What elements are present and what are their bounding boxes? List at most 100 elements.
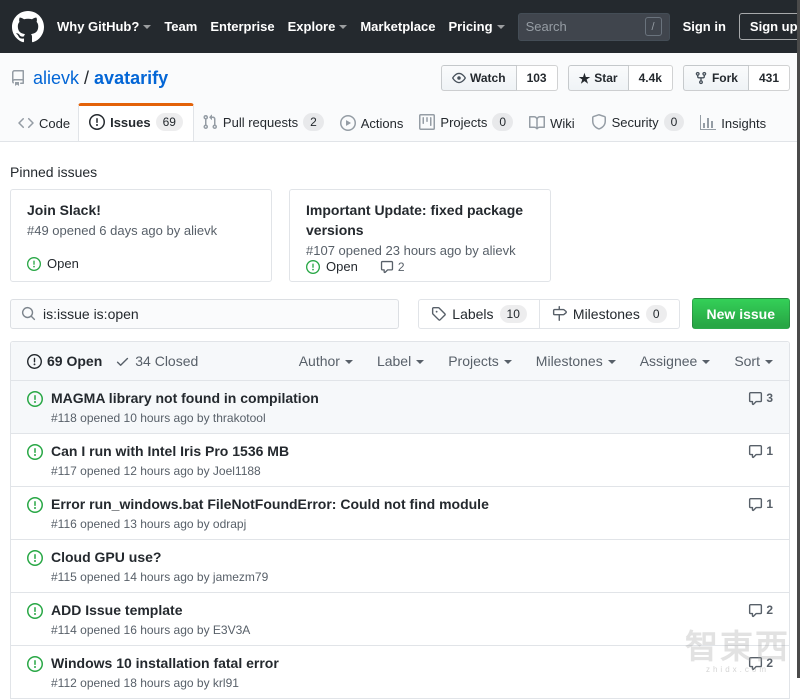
issue-row: Cloud GPU use? #115 opened 14 hours ago … [11, 539, 789, 592]
pinned-issue-title[interactable]: Important Update: fixed package versions [306, 200, 534, 240]
star-count[interactable]: 4.4k [629, 65, 673, 91]
issue-title[interactable]: Cloud GPU use? [51, 548, 161, 567]
projects-count-badge: 0 [492, 113, 513, 131]
issue-title[interactable]: Windows 10 installation fatal error [51, 654, 279, 673]
book-icon [529, 115, 545, 131]
tab-security[interactable]: Security 0 [583, 103, 693, 142]
github-logo[interactable] [12, 11, 44, 43]
star-icon: ★ [579, 72, 591, 85]
tab-issues[interactable]: Issues 69 [78, 103, 194, 142]
issue-title[interactable]: ADD Issue template [51, 601, 182, 620]
issue-title[interactable]: Can I run with Intel Iris Pro 1536 MB [51, 442, 289, 461]
tab-code[interactable]: Code [10, 105, 78, 142]
pinned-issue-title[interactable]: Join Slack! [27, 200, 255, 220]
check-icon [115, 354, 130, 369]
issue-comments[interactable]: 1 [729, 495, 773, 532]
fork-count[interactable]: 431 [749, 65, 790, 91]
issues-search-input[interactable] [43, 306, 388, 322]
assignee-filter-dropdown[interactable]: Assignee [640, 353, 711, 369]
issues-filter-bar: Labels 10 Milestones 0 New issue [10, 298, 790, 329]
comment-icon [380, 260, 394, 274]
open-issues-filter[interactable]: 69 Open [27, 353, 102, 369]
sign-in-link[interactable]: Sign in [683, 19, 726, 34]
issue-meta: #116 opened 13 hours ago by odrapj [51, 517, 729, 532]
milestones-filter-dropdown[interactable]: Milestones [536, 353, 616, 369]
issue-opened-icon [27, 257, 41, 271]
issue-comments[interactable]: 1 [729, 442, 773, 479]
caret-down-icon [765, 360, 773, 364]
issue-opened-icon [27, 654, 43, 691]
caret-down-icon [504, 360, 512, 364]
milestones-button[interactable]: Milestones 0 [540, 299, 680, 329]
caret-down-icon [416, 360, 424, 364]
closed-issues-filter[interactable]: 34 Closed [115, 353, 198, 369]
security-count-badge: 0 [664, 113, 685, 131]
issue-opened-icon [27, 442, 43, 479]
new-issue-button[interactable]: New issue [692, 298, 790, 329]
main-content: Pinned issues Join Slack! #49 opened 6 d… [0, 164, 800, 699]
projects-filter-dropdown[interactable]: Projects [448, 353, 512, 369]
labels-button[interactable]: Labels 10 [418, 299, 540, 329]
pinned-issue-meta: #107 opened 23 hours ago by alievk [306, 243, 534, 259]
tab-projects[interactable]: Projects 0 [411, 103, 521, 142]
chevron-down-icon [497, 25, 505, 29]
issue-title[interactable]: Error run_windows.bat FileNotFoundError:… [51, 495, 489, 514]
issues-count-badge: 69 [156, 113, 183, 131]
watch-count[interactable]: 103 [517, 65, 558, 91]
watch-button[interactable]: Watch [441, 65, 517, 91]
issue-comments[interactable]: 2 [729, 654, 773, 691]
tab-pull-requests[interactable]: Pull requests 2 [194, 103, 332, 142]
issue-meta: #115 opened 14 hours ago by jamezm79 [51, 570, 729, 585]
author-filter-dropdown[interactable]: Author [299, 353, 353, 369]
issue-comments[interactable]: 3 [729, 389, 773, 426]
star-button-group: ★ Star 4.4k [568, 65, 673, 91]
play-icon [340, 115, 356, 131]
nav-item-why-github[interactable]: Why GitHub? [57, 19, 151, 34]
tab-actions[interactable]: Actions [332, 105, 412, 142]
label-filter-dropdown[interactable]: Label [377, 353, 424, 369]
slash-shortcut-hint: / [645, 17, 662, 36]
pinned-issue-status: Open [326, 259, 358, 274]
git-pull-request-icon [202, 114, 218, 130]
eye-icon [452, 71, 466, 85]
nav-item-team[interactable]: Team [164, 19, 197, 34]
issue-opened-icon [27, 354, 42, 369]
sign-up-button[interactable]: Sign up [739, 13, 800, 40]
fork-button[interactable]: Fork [683, 65, 749, 91]
issue-opened-icon [27, 389, 43, 426]
tab-insights[interactable]: Insights [692, 105, 774, 142]
comment-icon [748, 497, 763, 512]
milestone-icon [552, 306, 567, 321]
repo-name-link[interactable]: avatarify [94, 68, 168, 89]
tab-wiki[interactable]: Wiki [521, 105, 583, 142]
nav-item-explore[interactable]: Explore [288, 19, 348, 34]
repo-owner-link[interactable]: alievk [33, 68, 79, 89]
issue-meta: #112 opened 18 hours ago by krl91 [51, 676, 729, 691]
sort-filter-dropdown[interactable]: Sort [734, 353, 773, 369]
pinned-issue-card: Important Update: fixed package versions… [289, 189, 551, 282]
global-search-input[interactable] [526, 19, 640, 34]
issue-row: Windows 10 installation fatal error #112… [11, 645, 789, 698]
fork-icon [694, 71, 708, 85]
global-header: Why GitHub? Team Enterprise Explore Mark… [0, 0, 800, 53]
labels-milestones-group: Labels 10 Milestones 0 [418, 299, 679, 329]
repo-tab-bar: Code Issues 69 Pull requests 2 Actions P… [0, 103, 800, 142]
project-icon [419, 114, 435, 130]
nav-item-enterprise[interactable]: Enterprise [210, 19, 274, 34]
comment-icon [748, 656, 763, 671]
star-button[interactable]: ★ Star [568, 65, 629, 91]
pinned-issues-heading: Pinned issues [10, 164, 790, 180]
pinned-issue-comments[interactable]: 2 [380, 260, 405, 274]
issue-row: MAGMA library not found in compilation #… [11, 380, 789, 433]
issue-title[interactable]: MAGMA library not found in compilation [51, 389, 319, 408]
issues-list-box: 69 Open 34 Closed Author Label Projects … [10, 341, 790, 699]
comment-icon [748, 444, 763, 459]
nav-item-marketplace[interactable]: Marketplace [360, 19, 435, 34]
nav-item-pricing[interactable]: Pricing [448, 19, 504, 34]
chevron-down-icon [339, 25, 347, 29]
issue-comments[interactable]: 2 [729, 601, 773, 638]
repo-header-section: alievk / avatarify Watch 103 ★ Star 4.4k [0, 53, 800, 142]
issue-opened-icon [306, 260, 320, 274]
issue-opened-icon [89, 114, 105, 130]
issue-meta: #114 opened 16 hours ago by E3V3A [51, 623, 729, 638]
